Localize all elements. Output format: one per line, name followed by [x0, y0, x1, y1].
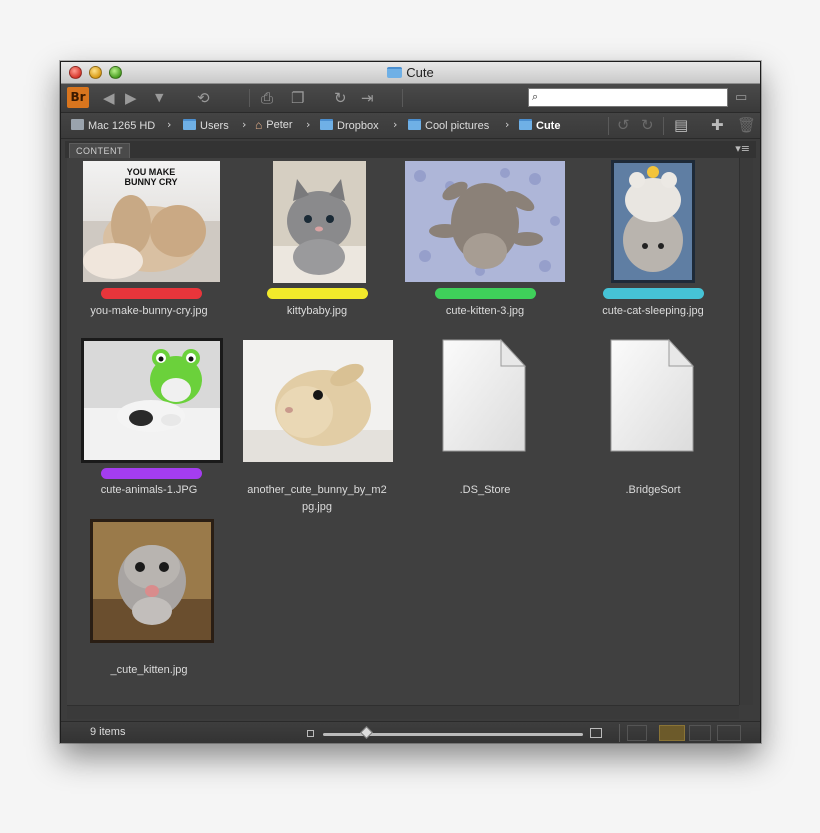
thumbnail-another-bunny — [243, 340, 393, 462]
statusbar-separator — [619, 724, 620, 742]
view-thumbnails-button[interactable] — [659, 725, 685, 741]
thumbnail-cat-sleeping — [611, 160, 695, 283]
file-name: cute-kitten-3.jpg — [445, 305, 525, 317]
breadcrumb-cute[interactable]: Cute — [519, 119, 560, 132]
compact-mode-icon[interactable]: ▭ — [735, 89, 747, 107]
home-icon: ⌂ — [255, 118, 263, 132]
content-panel: YOU MAKE BUNNY CRY you-make-bunny-cry.jp… — [67, 158, 739, 705]
vertical-scrollbar[interactable] — [739, 158, 753, 705]
bridge-window: Cute Br ◀ ▶ ▼ ⟲ ⎙ ❐ ↻ ⇥ ⌕ ▭ Mac 1265 HD … — [60, 61, 761, 743]
status-bar: 9 items — [61, 721, 760, 743]
thumbnail-size-slider-knob[interactable] — [360, 726, 373, 739]
file-item-selected[interactable]: cute-animals-1.JPG — [69, 338, 229, 508]
open-recent-folder-icon[interactable]: ▤ — [674, 116, 688, 134]
view-details-button[interactable] — [689, 725, 711, 741]
file-name: .DS_Store — [459, 484, 511, 496]
window-title-text: Cute — [406, 65, 434, 80]
file-item[interactable]: YOU MAKE BUNNY CRY you-make-bunny-cry.jp… — [69, 158, 229, 328]
output-icon[interactable]: ⇥ — [361, 89, 374, 107]
rotate-right-icon[interactable]: ↻ — [641, 116, 654, 134]
file-name: _cute_kitten.jpg — [110, 664, 188, 676]
chevron-right-icon: › — [393, 118, 398, 131]
thumbnail-cute-animals-1 — [81, 338, 223, 463]
trash-icon[interactable]: 🗑 — [737, 116, 756, 134]
folder-icon — [183, 119, 196, 130]
chevron-right-icon: › — [242, 118, 247, 131]
breadcrumb-cool-pictures[interactable]: Cool pictures — [408, 119, 489, 132]
view-list-button[interactable] — [717, 725, 741, 741]
window-title: Cute — [61, 65, 760, 80]
file-item[interactable]: another_cute_bunny_by_m2 pg.jpg — [237, 338, 397, 528]
pathbar-separator — [663, 117, 664, 135]
file-name-line-2: pg.jpg — [302, 501, 332, 513]
chevron-right-icon: › — [306, 118, 311, 131]
chevron-right-icon: › — [167, 118, 172, 131]
thumb-caption-line-2: BUNNY CRY — [124, 177, 177, 187]
camera-icon[interactable]: ⎙ — [261, 89, 273, 107]
rotate-left-icon[interactable]: ↺ — [617, 116, 630, 134]
file-name: cute-cat-sleeping.jpg — [602, 305, 704, 317]
bridge-logo-button[interactable]: Br — [67, 87, 89, 108]
search-icon[interactable]: ⌕ — [532, 90, 538, 104]
toolbar-separator — [249, 89, 250, 107]
color-label — [267, 288, 368, 299]
copy-icon[interactable]: ❐ — [291, 89, 304, 107]
breadcrumb-mac-hd[interactable]: Mac 1265 HD — [71, 119, 155, 132]
pathbar-separator — [608, 117, 609, 135]
file-item[interactable]: .DS_Store — [405, 338, 565, 508]
breadcrumb-dropbox[interactable]: Dropbox — [320, 119, 379, 132]
chevron-right-icon: › — [505, 118, 510, 131]
folder-icon — [387, 67, 403, 78]
refresh-icon[interactable]: ↻ — [334, 89, 347, 107]
panel-tab-bar: CONTENT ▾≡ — [65, 141, 756, 158]
color-label — [435, 288, 536, 299]
breadcrumb-peter[interactable]: ⌂ Peter — [255, 119, 293, 131]
large-thumbnail-icon[interactable] — [590, 728, 602, 738]
color-label — [101, 468, 202, 479]
thumbnail-bunny-cry: YOU MAKE BUNNY CRY — [83, 161, 220, 282]
file-item[interactable]: cute-kitten-3.jpg — [405, 158, 565, 328]
file-name: kittybaby.jpg — [286, 305, 348, 317]
hard-drive-icon — [71, 119, 84, 130]
color-label — [603, 288, 704, 299]
toolbar-separator — [402, 89, 403, 107]
folder-icon — [408, 119, 421, 130]
dropdown-arrow-icon[interactable]: ▼ — [155, 89, 163, 107]
boomerang-icon[interactable]: ⟲ — [197, 89, 210, 107]
file-name: you-make-bunny-cry.jpg — [90, 305, 208, 317]
folder-icon — [519, 119, 532, 130]
small-thumbnail-icon[interactable] — [307, 730, 314, 737]
panel-menu-icon[interactable]: ▾≡ — [735, 142, 750, 155]
thumbnail-kitten-3 — [405, 161, 565, 282]
folder-icon — [320, 119, 333, 130]
file-item[interactable]: _cute_kitten.jpg — [69, 518, 229, 688]
generic-document-icon — [610, 338, 695, 452]
path-bar: Mac 1265 HD › Users › ⌂ Peter › Dropbox ›… — [61, 113, 760, 139]
file-name: cute-animals-1.JPG — [100, 484, 198, 496]
thumbnail-kittybaby — [273, 161, 366, 283]
horizontal-scrollbar[interactable] — [67, 705, 739, 719]
color-label — [101, 288, 202, 299]
file-item[interactable]: .BridgeSort — [573, 338, 733, 508]
file-name: .BridgeSort — [625, 484, 681, 496]
grid-lock-button[interactable] — [627, 725, 647, 741]
back-arrow-icon[interactable]: ◀ — [103, 89, 115, 107]
thumbnail-cute-kitten — [90, 519, 214, 643]
file-item[interactable]: cute-cat-sleeping.jpg — [573, 158, 733, 328]
file-name-line-1: another_cute_bunny_by_m2 — [247, 484, 387, 496]
tab-content[interactable]: CONTENT — [69, 143, 130, 158]
forward-arrow-icon[interactable]: ▶ — [125, 89, 137, 107]
search-input[interactable] — [528, 88, 728, 107]
breadcrumb-users[interactable]: Users — [183, 119, 229, 132]
generic-document-icon — [442, 338, 527, 452]
toolbar: Br ◀ ▶ ▼ ⟲ ⎙ ❐ ↻ ⇥ ⌕ ▭ — [61, 84, 760, 113]
item-count: 9 items — [90, 726, 126, 738]
thumb-caption-line-1: YOU MAKE — [127, 167, 176, 177]
title-bar: Cute — [61, 62, 760, 84]
file-item[interactable]: kittybaby.jpg — [237, 158, 397, 328]
new-folder-icon[interactable]: ✚ — [711, 116, 724, 134]
